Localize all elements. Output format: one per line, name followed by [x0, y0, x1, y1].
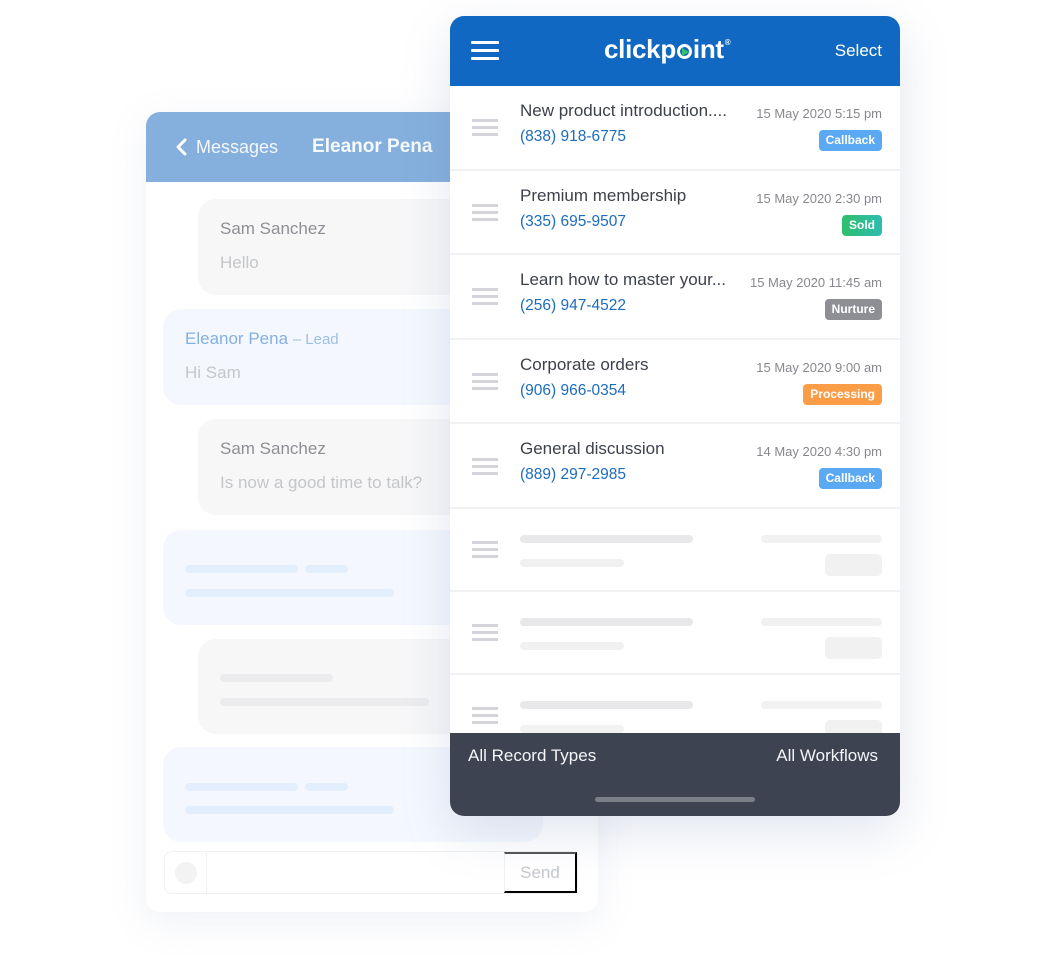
message-sender: Sam Sanchez [220, 439, 326, 458]
message-input[interactable] [207, 852, 504, 893]
skeleton-line [185, 589, 394, 597]
drag-handle-icon[interactable] [472, 119, 498, 137]
skeleton-line [220, 698, 429, 706]
skeleton-line [520, 724, 624, 733]
skeleton-line [305, 783, 348, 791]
record-row[interactable]: New product introduction.... (838) 918-6… [450, 86, 900, 171]
skeleton-line [761, 700, 882, 709]
record-title: Learn how to master your... [520, 270, 726, 290]
skeleton-line [761, 534, 882, 543]
message-text: Is now a good time to talk? [220, 473, 423, 492]
status-badge: Sold [842, 214, 882, 236]
records-list: New product introduction.... (838) 918-6… [450, 86, 900, 816]
skeleton-line [520, 617, 693, 626]
drag-handle-icon [472, 541, 498, 559]
message-text: Hi Sam [185, 363, 241, 382]
drag-handle-icon[interactable] [472, 457, 498, 475]
logo-text-left: clickp [604, 34, 676, 64]
skeleton-line [761, 617, 882, 626]
record-date: 15 May 2020 11:45 am [749, 275, 882, 291]
app-header: clickp int ® Select [450, 16, 900, 86]
skeleton-line [520, 700, 693, 709]
skeleton-badge [825, 636, 882, 659]
skeleton-line [520, 558, 624, 567]
back-label: Messages [196, 136, 279, 157]
record-row-placeholder [450, 591, 900, 675]
record-phone[interactable]: (906) 966-0354 [520, 382, 626, 400]
message-sender: Sam Sanchez [220, 219, 326, 238]
hamburger-menu-button[interactable] [471, 41, 499, 61]
skeleton-line [305, 565, 348, 573]
record-date: 15 May 2020 9:00 am [756, 359, 882, 375]
logo-text-right: int [692, 34, 724, 64]
record-phone[interactable]: (889) 297-2985 [520, 466, 626, 484]
record-types-filter[interactable]: All Record Types [468, 746, 596, 766]
sender-name: Eleanor Pena [185, 329, 289, 348]
message-text: Hello [220, 253, 259, 272]
status-badge: Processing [803, 383, 882, 405]
skeleton-line [185, 806, 394, 814]
status-badge: Callback [818, 130, 882, 151]
select-button[interactable]: Select [835, 41, 882, 61]
bottom-filter-bar: All Record Types All Workflows [450, 733, 900, 816]
skeleton-line [520, 534, 693, 543]
attach-button[interactable] [165, 852, 207, 893]
sender-role: – Lead [292, 331, 339, 348]
drag-handle-icon [472, 624, 498, 642]
status-badge: Nurture [824, 299, 882, 321]
drag-handle-icon[interactable] [472, 373, 498, 391]
records-app: clickp int ® Select New product introduc… [450, 16, 900, 816]
record-date: 15 May 2020 2:30 pm [756, 190, 882, 206]
message-sender: Eleanor Pena – Lead [185, 329, 339, 349]
drag-handle-icon [472, 707, 498, 725]
menu-icon-bar [471, 49, 499, 52]
record-title: Corporate orders [520, 354, 649, 374]
record-row[interactable]: Learn how to master your... (256) 947-45… [450, 255, 900, 340]
skeleton-line [185, 565, 298, 573]
record-phone[interactable]: (838) 918-6775 [520, 128, 626, 146]
record-phone[interactable]: (256) 947-4522 [520, 297, 626, 315]
conversation-title: Eleanor Pena [312, 136, 433, 157]
record-title: General discussion [520, 439, 665, 459]
workflows-filter[interactable]: All Workflows [776, 746, 878, 766]
drag-handle-icon[interactable] [472, 203, 498, 221]
record-row[interactable]: Corporate orders (906) 966-0354 15 May 2… [450, 339, 900, 425]
send-button[interactable]: Send [504, 852, 577, 893]
record-phone[interactable]: (335) 695-9507 [520, 213, 626, 231]
message-composer: Send [164, 851, 578, 894]
registered-mark: ® [724, 38, 731, 47]
record-row[interactable]: Premium membership (335) 695-9507 15 May… [450, 170, 900, 256]
menu-icon-bar [471, 57, 499, 60]
chevron-left-icon [176, 138, 187, 156]
record-row-placeholder [450, 508, 900, 592]
skeleton-line [520, 641, 624, 650]
record-date: 14 May 2020 4:30 pm [756, 444, 882, 460]
record-date: 15 May 2020 5:15 pm [756, 106, 882, 121]
skeleton-line [220, 674, 333, 682]
back-to-messages-button[interactable]: Messages [174, 137, 278, 158]
skeleton-badge [825, 553, 882, 576]
menu-icon-bar [471, 41, 499, 44]
skeleton-line [185, 783, 298, 791]
drag-handle-icon[interactable] [472, 288, 498, 306]
status-badge: Callback [818, 468, 882, 490]
record-title: Premium membership [520, 185, 687, 205]
play-icon [676, 44, 692, 59]
home-indicator[interactable] [595, 797, 755, 802]
record-title: New product introduction.... [520, 101, 727, 120]
attach-icon [174, 861, 197, 884]
record-row[interactable]: General discussion (889) 297-2985 14 May… [450, 424, 900, 509]
clickpoint-logo: clickp int ® [604, 34, 731, 65]
